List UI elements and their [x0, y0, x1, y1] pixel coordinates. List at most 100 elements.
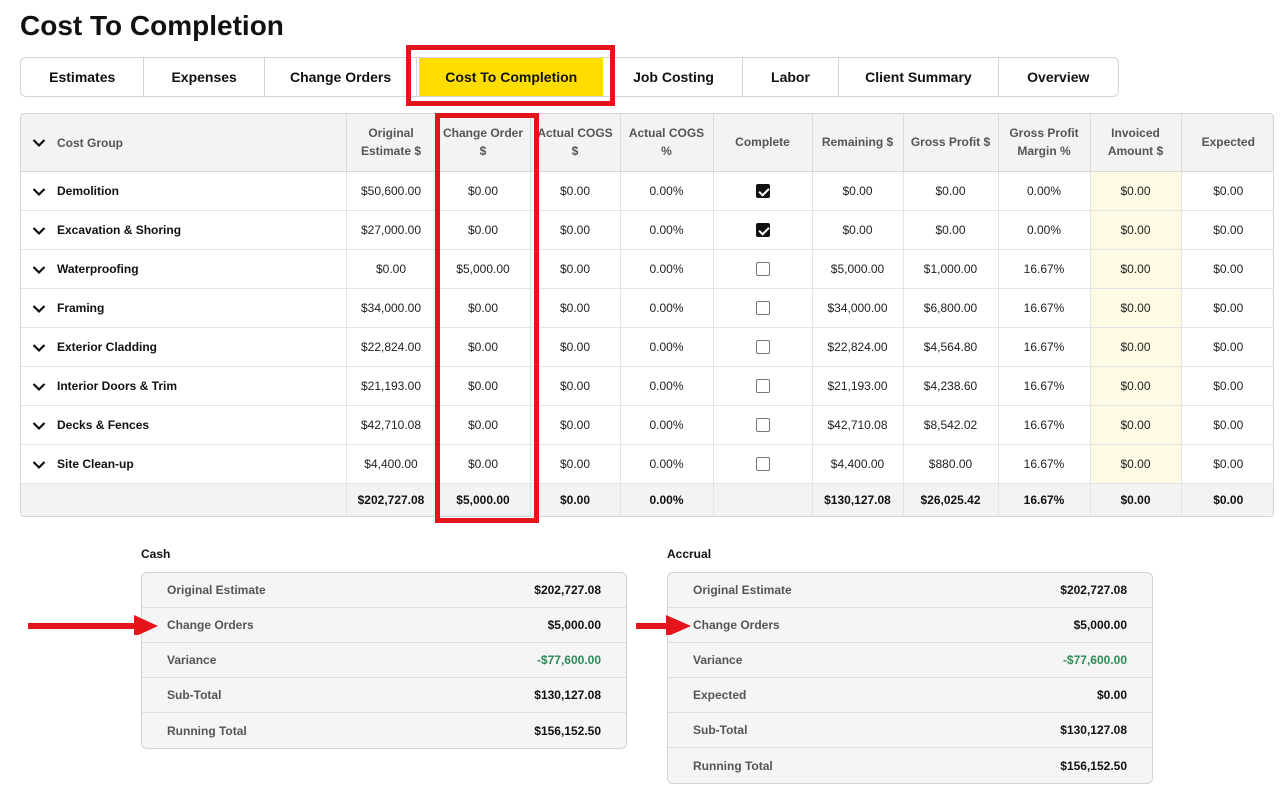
accrual-row-running-total: Running Total $156,152.50 [668, 748, 1152, 783]
cash-row-change-orders: Change Orders $5,000.00 [142, 608, 626, 643]
cash-title: Cash [141, 547, 171, 561]
complete-cell [713, 210, 813, 250]
chevron-down-icon[interactable] [21, 340, 57, 354]
accrual-row-change-orders: Change Orders $5,000.00 [668, 608, 1152, 643]
invoiced-cell: $0.00 [1090, 210, 1182, 250]
cost-group-cell: Interior Doors & Trim [21, 366, 347, 406]
cost-group-name: Waterproofing [57, 261, 139, 276]
chevron-down-icon[interactable] [21, 379, 57, 393]
header-invoiced-amount: Invoiced Amount $ [1090, 114, 1182, 172]
gross-cell: $6,800.00 [903, 288, 999, 328]
margin-cell: 16.67% [998, 327, 1091, 367]
header-complete: Complete [713, 114, 813, 172]
gross-cell: $8,542.02 [903, 405, 999, 445]
chevron-down-icon[interactable] [21, 418, 57, 432]
chevron-down-icon[interactable] [21, 301, 57, 315]
original-cell: $21,193.00 [346, 366, 437, 406]
cogs-cell: $0.00 [530, 405, 621, 445]
totals-label-cell [21, 483, 347, 516]
total-cogs-pct: 0.00% [620, 483, 714, 516]
summary-value: $5,000.00 [1073, 618, 1127, 632]
complete-checkbox[interactable] [755, 417, 770, 432]
tab-estimates[interactable]: Estimates [21, 58, 145, 96]
complete-checkbox[interactable] [755, 378, 770, 393]
arrow-icon [636, 615, 691, 635]
cogs-pct-cell: 0.00% [620, 405, 714, 445]
change-cell: $0.00 [436, 405, 531, 445]
accrual-title: Accrual [667, 547, 712, 561]
table-row[interactable]: Excavation & Shoring $27,000.00 $0.00 $0.00… [21, 210, 1273, 250]
accrual-row-variance: Variance -$77,600.00 [668, 643, 1152, 678]
table-row[interactable]: Site Clean-up $4,400.00 $0.00 $0.00 0.00% $4,… [21, 444, 1273, 484]
header-gross-profit-margin: Gross Profit Margin % [998, 114, 1091, 172]
tab-labor[interactable]: Labor [743, 58, 840, 96]
chevron-down-icon[interactable] [21, 184, 57, 198]
cost-table: Cost Group Original Estimate $ Change Orde… [21, 114, 1273, 516]
table-row[interactable]: Waterproofing $0.00 $5,000.00 $0.00 0.00% $5,… [21, 249, 1273, 289]
expected-cell: $0.00 [1181, 444, 1273, 484]
cash-row-running-total: Running Total $156,152.50 [142, 713, 626, 748]
cost-table-container: Cost Group Original Estimate $ Change Orde… [20, 113, 1274, 517]
complete-checkbox[interactable] [755, 300, 770, 315]
cogs-pct-cell: 0.00% [620, 444, 714, 484]
tab-job-costing[interactable]: Job Costing [605, 58, 743, 96]
total-change: $5,000.00 [436, 483, 531, 516]
summary-value: $130,127.08 [1060, 723, 1127, 737]
table-row[interactable]: Demolition $50,600.00 $0.00 $0.00 0.00% $0.00… [21, 171, 1273, 211]
complete-checkbox[interactable] [755, 456, 770, 471]
complete-checkbox[interactable] [755, 222, 770, 237]
page-title: Cost To Completion [20, 10, 284, 41]
total-margin: 16.67% [998, 483, 1091, 516]
expected-cell: $0.00 [1181, 171, 1273, 211]
change-cell: $0.00 [436, 366, 531, 406]
table-row[interactable]: Exterior Cladding $22,824.00 $0.00 $0.00 0.0… [21, 327, 1273, 367]
header-original-estimate: Original Estimate $ [346, 114, 437, 172]
cost-group-cell: Site Clean-up [21, 444, 347, 484]
change-cell: $0.00 [436, 210, 531, 250]
cost-group-name: Interior Doors & Trim [57, 378, 178, 393]
header-cost-group: Cost Group [21, 114, 347, 172]
cost-group-cell: Exterior Cladding [21, 327, 347, 367]
gross-cell: $1,000.00 [903, 249, 999, 289]
remaining-cell: $42,710.08 [812, 405, 904, 445]
expected-cell: $0.00 [1181, 327, 1273, 367]
tab-expenses[interactable]: Expenses [144, 58, 265, 96]
chevron-down-icon[interactable] [21, 457, 57, 471]
tab-cost-to-completion[interactable]: Cost To Completion [419, 58, 604, 96]
complete-checkbox[interactable] [755, 261, 770, 276]
accrual-row-expected: Expected $0.00 [668, 678, 1152, 713]
table-row[interactable]: Decks & Fences $42,710.08 $0.00 $0.00 0.00% $… [21, 405, 1273, 445]
invoiced-cell: $0.00 [1090, 366, 1182, 406]
cost-group-name: Framing [57, 300, 105, 315]
chevron-down-icon[interactable] [21, 262, 57, 276]
complete-cell [713, 288, 813, 328]
margin-cell: 16.67% [998, 405, 1091, 445]
chevron-down-icon[interactable] [21, 223, 57, 237]
original-cell: $34,000.00 [346, 288, 437, 328]
complete-checkbox[interactable] [755, 339, 770, 354]
header-actual-cogs: Actual COGS $ [530, 114, 621, 172]
header-change-order: Change Order $ [436, 114, 531, 172]
complete-cell [713, 405, 813, 445]
total-original: $202,727.08 [346, 483, 437, 516]
table-row[interactable]: Interior Doors & Trim $21,193.00 $0.00 $0.0… [21, 366, 1273, 406]
tab-change-orders[interactable]: Change Orders [265, 58, 418, 96]
accrual-row-sub-total: Sub-Total $130,127.08 [668, 713, 1152, 748]
cogs-cell: $0.00 [530, 210, 621, 250]
remaining-cell: $22,824.00 [812, 327, 904, 367]
tab-client-summary[interactable]: Client Summary [839, 58, 999, 96]
tab-overview[interactable]: Overview [999, 58, 1118, 96]
summary-value: -$77,600.00 [536, 653, 601, 667]
cost-group-name: Excavation & Shoring [57, 222, 182, 237]
cost-group-name: Demolition [57, 183, 119, 198]
chevron-down-icon[interactable] [21, 134, 57, 152]
invoiced-cell: $0.00 [1090, 288, 1182, 328]
complete-checkbox[interactable] [755, 183, 770, 198]
cost-group-name: Exterior Cladding [57, 339, 158, 354]
summary-label: Sub-Total [167, 688, 222, 702]
gross-cell: $0.00 [903, 171, 999, 211]
total-remaining: $130,127.08 [812, 483, 904, 516]
table-row[interactable]: Framing $34,000.00 $0.00 $0.00 0.00% $34,000.… [21, 288, 1273, 328]
header-gross-profit: Gross Profit $ [903, 114, 999, 172]
cogs-pct-cell: 0.00% [620, 288, 714, 328]
